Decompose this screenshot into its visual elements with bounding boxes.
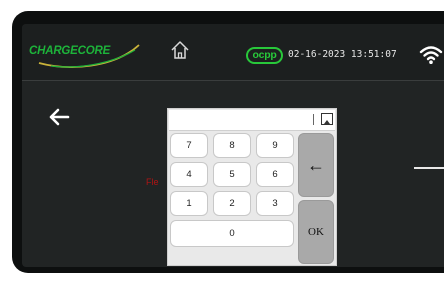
back-arrow-icon xyxy=(49,108,70,126)
logo-text: CHARGECORE xyxy=(29,45,111,57)
background-field-label: Fle xyxy=(146,177,159,187)
charger-screen: CHARGECORE ocpp 02-16-2023 13:51:07 Fle … xyxy=(22,24,444,267)
chargecore-logo: CHARGECORE xyxy=(29,36,144,68)
home-icon xyxy=(171,41,189,59)
key-7[interactable]: 7 xyxy=(170,133,208,158)
text-cursor xyxy=(313,114,314,125)
wifi-icon xyxy=(419,46,443,64)
keypad-toggle-button[interactable] xyxy=(321,113,333,125)
key-9[interactable]: 9 xyxy=(256,133,294,158)
backspace-button[interactable]: ← xyxy=(298,133,334,197)
ok-button[interactable]: OK xyxy=(298,200,334,264)
backspace-symbol: ← xyxy=(307,155,325,175)
ok-label: OK xyxy=(308,226,324,238)
key-8[interactable]: 8 xyxy=(213,133,251,158)
key-2[interactable]: 2 xyxy=(213,191,251,216)
date-time-display: 02-16-2023 13:51:07 xyxy=(288,49,397,60)
wifi-status xyxy=(419,45,443,65)
collapse-triangle-icon xyxy=(324,120,330,124)
keypad-input-field[interactable] xyxy=(169,110,335,131)
background-input-underline xyxy=(414,167,444,169)
key-6[interactable]: 6 xyxy=(256,162,294,187)
key-5[interactable]: 5 xyxy=(213,162,251,187)
ocpp-status-badge: ocpp xyxy=(246,47,283,64)
back-button[interactable] xyxy=(48,108,70,126)
key-0[interactable]: 0 xyxy=(170,220,294,247)
key-4[interactable]: 4 xyxy=(170,162,208,187)
charger-device-frame: CHARGECORE ocpp 02-16-2023 13:51:07 Fle … xyxy=(12,11,444,273)
key-1[interactable]: 1 xyxy=(170,191,208,216)
numeric-keypad-popup: 7 8 9 4 5 6 1 2 3 0 ← OK xyxy=(167,108,337,266)
home-button[interactable] xyxy=(167,37,193,63)
top-status-bar: CHARGECORE ocpp 02-16-2023 13:51:07 xyxy=(22,24,444,81)
key-3[interactable]: 3 xyxy=(256,191,294,216)
